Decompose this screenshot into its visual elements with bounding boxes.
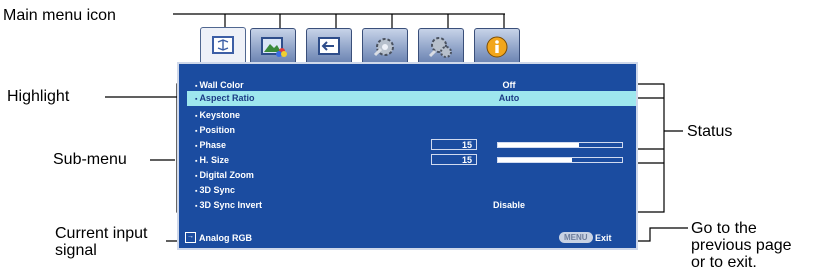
menu-item-phase[interactable]: Phase 15 [179, 138, 636, 153]
tab-picture[interactable] [250, 28, 296, 62]
menu-item-digital-zoom[interactable]: Digital Zoom [179, 168, 636, 183]
go-back-annotation-line3: or to exit. [691, 254, 757, 271]
menu-item-label: Keystone [195, 108, 240, 124]
menu-item-position[interactable]: Position [179, 123, 636, 138]
current-input-annotation: Current input signal [55, 225, 148, 259]
status-annotation: Status [687, 123, 733, 140]
h-size-slider-fill [498, 158, 573, 162]
current-input-annotation-line2: signal [55, 242, 97, 259]
go-back-annotation: Go to the previous page or to exit. [691, 220, 792, 271]
exit-label: Exit [595, 233, 612, 243]
main-menu-icon-annotation: Main menu icon [3, 7, 116, 24]
go-back-annotation-line2: previous page [691, 237, 792, 254]
phase-slider-fill [498, 143, 579, 147]
go-back-annotation-line1: Go to the [691, 220, 757, 237]
menu-item-label: 3D Sync Invert [195, 198, 262, 214]
menu-item-status: Disable [492, 200, 525, 210]
input-signal-label: Analog RGB [199, 233, 252, 243]
menu-item-label: H. Size [195, 153, 229, 169]
picture-icon [261, 37, 287, 57]
source-icon [318, 37, 340, 55]
menu-item-h-size[interactable]: H. Size 15 [179, 153, 636, 168]
input-source-icon: → [185, 232, 196, 244]
h-size-slider[interactable] [497, 157, 623, 163]
tab-system-setup-basic[interactable] [362, 28, 408, 62]
tab-system-setup-advanced[interactable] [418, 28, 464, 62]
menu-item-aspect-ratio[interactable]: Aspect Ratio Auto [187, 91, 636, 106]
system-setup-basic-icon [373, 38, 394, 57]
tab-source[interactable] [306, 28, 352, 62]
system-setup-advanced-icon [428, 37, 452, 58]
menu-item-label: 3D Sync [195, 183, 235, 199]
menu-item-label: Phase [195, 138, 226, 154]
phase-value: 15 [431, 139, 477, 150]
sub-menu-panel: Wall Color Off Aspect Ratio Auto Keyston… [177, 62, 638, 250]
menu-item-status: Auto [498, 93, 520, 103]
phase-slider[interactable] [497, 142, 623, 148]
current-input-annotation-line1: Current input [55, 225, 148, 242]
highlight-annotation: Highlight [7, 88, 70, 105]
h-size-value: 15 [431, 154, 477, 165]
tab-information[interactable] [474, 28, 520, 62]
menu-item-3d-sync-invert[interactable]: 3D Sync Invert Disable [179, 198, 636, 213]
menu-item-3d-sync[interactable]: 3D Sync [179, 183, 636, 198]
menu-item-label: Position [195, 123, 235, 139]
menu-item-label: Digital Zoom [195, 168, 254, 184]
current-input-signal: → Analog RGB [185, 232, 252, 244]
menu-button[interactable]: MENU [559, 232, 593, 243]
menu-item-keystone[interactable]: Keystone [179, 108, 636, 123]
information-icon [486, 36, 508, 58]
tab-display[interactable] [200, 27, 246, 63]
sub-menu-annotation: Sub-menu [53, 151, 127, 168]
menu-item-label: Aspect Ratio [195, 91, 254, 107]
display-icon [212, 36, 234, 54]
